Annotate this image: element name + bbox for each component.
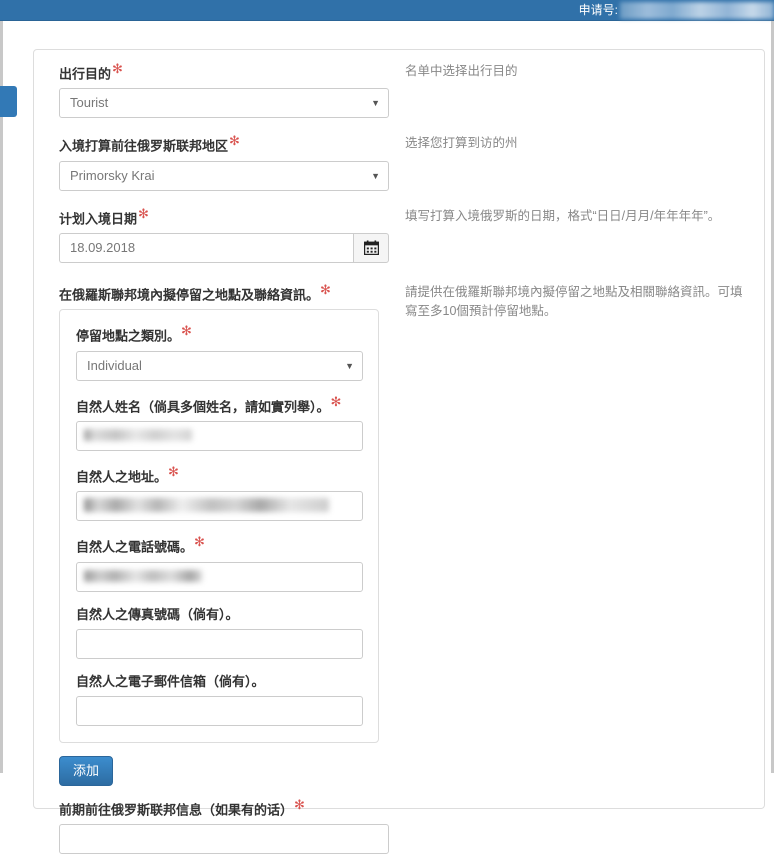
person-address-field: 自然人之地址。✻ — [76, 465, 363, 522]
person-fax-label: 自然人之傳真號碼（倘有）。 — [76, 606, 362, 624]
person-email-field: 自然人之電子郵件信箱（倘有）。 — [76, 673, 363, 726]
field-purpose-of-trip-label: 出行目的✻ — [59, 62, 389, 83]
person-fax-field: 自然人之傳真號碼（倘有）。 — [76, 606, 363, 659]
label-text: 自然人姓名（倘具多個姓名，請如實列舉）。 — [76, 398, 330, 414]
calendar-icon — [363, 240, 379, 256]
field-entry-date-label: 计划入境日期✻ — [59, 207, 389, 228]
required-asterisk-icon: ✻ — [320, 281, 331, 297]
label-text: 出行目的 — [59, 66, 112, 82]
required-asterisk-icon: ✻ — [229, 133, 240, 149]
required-asterisk-icon: ✻ — [181, 323, 192, 339]
form-panel: 出行目的✻ Tourist ▼ 名单中选择出行目的 入境打算前往俄罗斯联邦地区✻… — [33, 49, 765, 854]
field-stay-places: 在俄羅斯聯邦境內擬停留之地點及聯絡資訊。✻ 停留地點之類別。✻ Individu… — [59, 283, 744, 854]
required-asterisk-icon: ✻ — [194, 534, 205, 550]
stay-category-label: 停留地點之類別。✻ — [76, 324, 362, 345]
purpose-of-trip-select-wrap: Tourist ▼ — [59, 88, 389, 119]
stay-category-select-wrap: Individual ▼ — [76, 350, 363, 381]
stay-category-field: 停留地點之類別。✻ Individual ▼ — [76, 324, 363, 381]
entry-date-input[interactable]: 18.09.2018 — [59, 232, 353, 263]
destination-region-select[interactable]: Primorsky Krai — [59, 160, 389, 191]
person-name-label: 自然人姓名（倘具多個姓名，請如實列舉）。✻ — [76, 395, 362, 416]
stay-places-hint: 請提供在俄羅斯聯邦境內擬停留之地點及相關聯絡資訊。可填寫至多10個預計停留地點。 — [405, 284, 743, 318]
field-previous-visits-label: 前期前往俄罗斯联邦信息（如果有的话）✻ — [59, 798, 389, 819]
required-asterisk-icon: ✻ — [294, 796, 305, 812]
field-stay-places-label: 在俄羅斯聯邦境內擬停留之地點及聯絡資訊。✻ — [59, 283, 389, 304]
required-asterisk-icon: ✻ — [168, 463, 179, 479]
app-header: 申请号: — [0, 0, 774, 21]
person-address-label: 自然人之地址。✻ — [76, 465, 362, 486]
previous-visits-input[interactable] — [59, 823, 389, 854]
field-entry-date: 计划入境日期✻ 18.09.2018 填写打算入境俄罗斯的日期，格式“日日/月月… — [59, 207, 744, 263]
field-destination-region-label: 入境打算前往俄罗斯联邦地区✻ — [59, 134, 389, 155]
person-email-label: 自然人之電子郵件信箱（倘有）。 — [76, 673, 362, 691]
stay-place-card: 停留地點之類別。✻ Individual ▼ 自然人姓名（倘具多個姓名，請如實列… — [59, 309, 379, 743]
person-phone-input[interactable] — [76, 561, 363, 592]
entry-date-group: 18.09.2018 — [59, 232, 389, 263]
person-name-input[interactable] — [76, 420, 363, 451]
label-text: 自然人之地址。 — [76, 469, 168, 485]
field-previous-visits: 前期前往俄罗斯联邦信息（如果有的话）✻ — [59, 798, 389, 854]
add-stay-place-button[interactable]: 添加 — [59, 755, 114, 786]
sidebar-toggle-tab[interactable] — [0, 86, 17, 117]
label-text: 计划入境日期 — [59, 210, 138, 226]
field-purpose-of-trip: 出行目的✻ Tourist ▼ 名单中选择出行目的 — [59, 62, 744, 119]
destination-region-select-wrap: Primorsky Krai ▼ — [59, 160, 389, 191]
entry-date-hint: 填写打算入境俄罗斯的日期，格式“日日/月月/年年年年”。 — [405, 208, 721, 223]
required-asterisk-icon: ✻ — [138, 205, 149, 221]
person-name-field: 自然人姓名（倘具多個姓名，請如實列舉）。✻ — [76, 395, 363, 451]
field-destination-region: 入境打算前往俄罗斯联邦地区✻ Primorsky Krai ▼ 选择您打算到访的… — [59, 134, 744, 191]
person-phone-field: 自然人之電話號碼。✻ — [76, 535, 363, 592]
label-text: 在俄羅斯聯邦境內擬停留之地點及聯絡資訊。 — [59, 287, 320, 303]
person-address-input[interactable] — [76, 491, 363, 522]
person-fax-input[interactable] — [76, 628, 363, 659]
label-text: 自然人之傳真號碼（倘有）。 — [76, 606, 239, 622]
date-picker-button[interactable] — [353, 232, 389, 263]
application-number-block: 申请号: — [579, 0, 774, 21]
required-asterisk-icon: ✻ — [330, 393, 342, 409]
label-text: 自然人之電話號碼。 — [76, 539, 194, 555]
person-email-input[interactable] — [76, 695, 363, 726]
label-text: 停留地點之類別。 — [76, 328, 181, 344]
person-phone-label: 自然人之電話號碼。✻ — [76, 535, 362, 556]
form-body: 出行目的✻ Tourist ▼ 名单中选择出行目的 入境打算前往俄罗斯联邦地区✻… — [34, 50, 764, 854]
purpose-of-trip-select[interactable]: Tourist — [59, 88, 389, 119]
label-text: 前期前往俄罗斯联邦信息（如果有的话） — [59, 801, 294, 817]
destination-region-hint: 选择您打算到访的州 — [405, 136, 518, 151]
required-asterisk-icon: ✻ — [112, 61, 123, 76]
label-text: 自然人之電子郵件信箱（倘有）。 — [76, 673, 265, 689]
purpose-of-trip-hint: 名单中选择出行目的 — [405, 64, 518, 78]
stay-category-select[interactable]: Individual — [76, 350, 363, 381]
application-number-label: 申请号: — [578, 3, 618, 17]
label-text: 入境打算前往俄罗斯联邦地区 — [59, 138, 229, 154]
application-number-redacted-value — [620, 2, 774, 19]
page-gutter-left — [0, 21, 3, 773]
